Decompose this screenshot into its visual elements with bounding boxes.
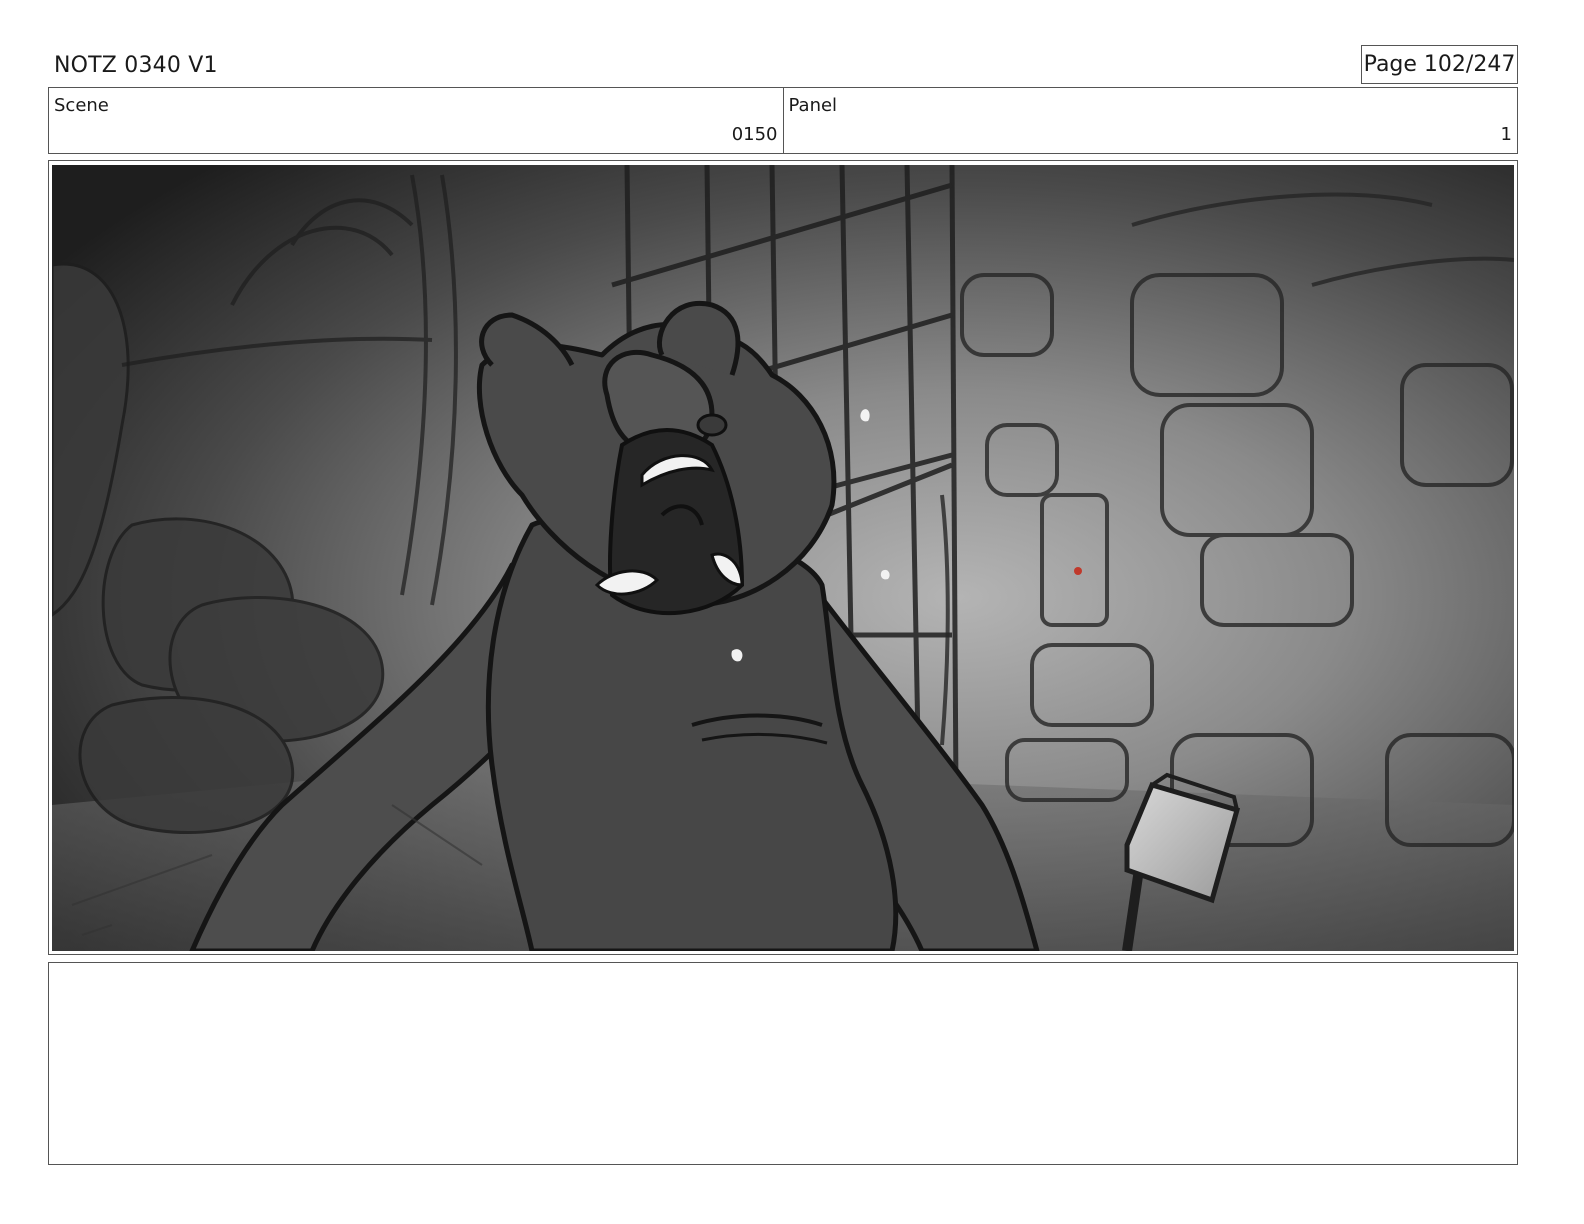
panel-notes-box bbox=[48, 962, 1518, 1165]
scene-label: Scene bbox=[54, 95, 109, 116]
scene-panel-info: Scene 0150 Panel 1 bbox=[48, 87, 1518, 154]
panel-cell: Panel 1 bbox=[782, 88, 1518, 153]
storyboard-panel-frame bbox=[48, 160, 1518, 955]
storyboard-drawing bbox=[52, 165, 1514, 951]
scene-cell: Scene 0150 bbox=[49, 88, 783, 153]
storyboard-sketch bbox=[52, 165, 1514, 951]
panel-label: Panel bbox=[788, 95, 838, 116]
scene-number: 0150 bbox=[731, 124, 778, 145]
panel-number: 1 bbox=[1500, 124, 1512, 145]
document-title: NOTZ 0340 V1 bbox=[54, 53, 218, 78]
page-indicator: Page 102/247 bbox=[1361, 45, 1518, 84]
red-light-dot bbox=[1074, 567, 1082, 575]
